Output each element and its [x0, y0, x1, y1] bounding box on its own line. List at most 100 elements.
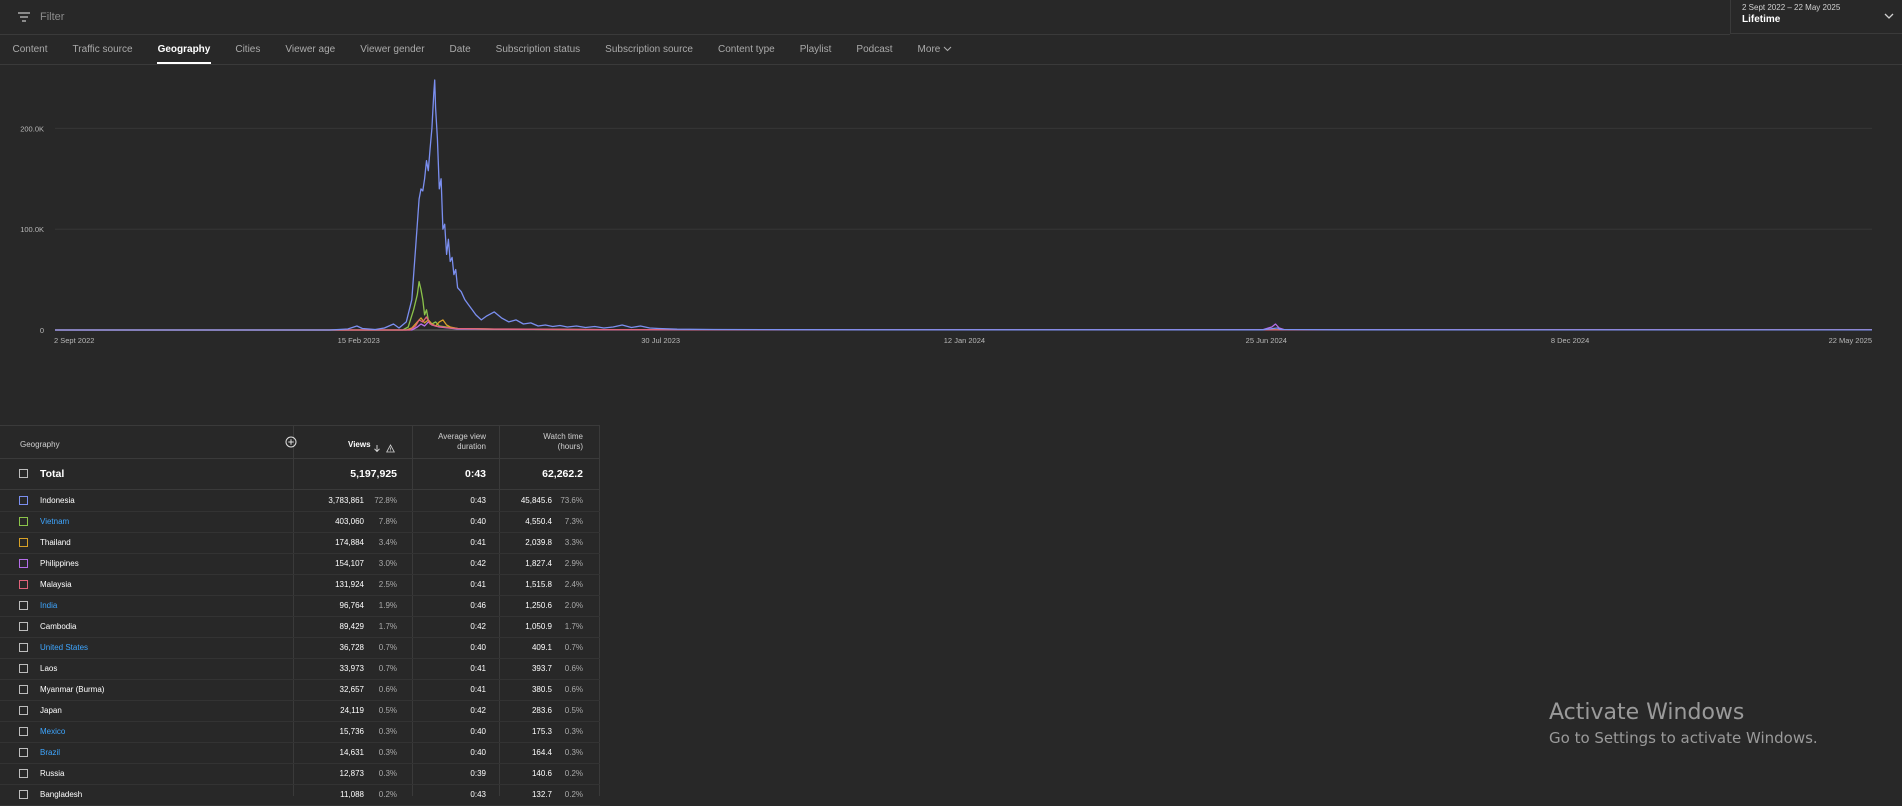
country-name[interactable]: Vietnam	[40, 517, 69, 526]
chevron-down-icon	[943, 44, 952, 55]
watch-time-percent: 7.3%	[564, 517, 583, 526]
row-checkbox[interactable]	[19, 769, 28, 778]
watch-time-value: 1,827.4	[525, 559, 552, 568]
watch-time-value: 409.1	[531, 643, 552, 652]
row-checkbox[interactable]	[19, 706, 28, 715]
series-line-thailand	[55, 317, 1872, 331]
views-value: 14,631	[339, 748, 364, 757]
table-row: Malaysia 131,924 2.5% 0:41 1,515.8 2.4%	[0, 574, 600, 596]
avd-value: 0:42	[470, 622, 486, 631]
country-name: Cambodia	[40, 622, 77, 631]
row-checkbox[interactable]	[19, 517, 28, 526]
y-tick-label: 0	[40, 326, 44, 335]
row-checkbox[interactable]	[19, 469, 28, 478]
y-tick-label: 200.0K	[20, 124, 44, 133]
table-row: Russia 12,873 0.3% 0:39 140.6 0.2%	[0, 763, 600, 785]
row-checkbox[interactable]	[19, 685, 28, 694]
tab-content[interactable]: Content	[0, 35, 60, 64]
views-percent: 0.3%	[378, 748, 397, 757]
row-checkbox[interactable]	[19, 664, 28, 673]
country-name[interactable]: Mexico	[40, 727, 65, 736]
warning-icon[interactable]	[386, 440, 395, 458]
tab-date[interactable]: Date	[437, 35, 483, 64]
tab-more[interactable]: More	[905, 35, 965, 64]
watch-time-percent: 0.6%	[564, 685, 583, 694]
chevron-down-icon[interactable]	[1882, 9, 1896, 21]
table-row: United States 36,728 0.7% 0:40 409.1 0.7%	[0, 637, 600, 659]
add-column-icon[interactable]	[285, 435, 297, 453]
row-checkbox[interactable]	[19, 748, 28, 757]
table-row: Mexico 15,736 0.3% 0:40 175.3 0.3%	[0, 721, 600, 743]
avd-value: 0:46	[470, 601, 486, 610]
tab-viewer-gender[interactable]: Viewer gender	[348, 35, 437, 64]
sort-arrow-down-icon[interactable]	[373, 440, 381, 458]
table-row: Myanmar (Burma) 32,657 0.6% 0:41 380.5 0.6%	[0, 679, 600, 701]
views-value: 33,973	[339, 664, 364, 673]
views-percent: 0.7%	[378, 643, 397, 652]
windows-activation-watermark: Activate Windows Go to Settings to activ…	[1549, 700, 1818, 747]
country-name[interactable]: Brazil	[40, 748, 60, 757]
views-percent: 0.7%	[378, 664, 397, 673]
filter-icon[interactable]	[14, 7, 34, 27]
row-checkbox[interactable]	[19, 538, 28, 547]
header-avd-line2: duration	[457, 442, 486, 451]
table-row: Laos 33,973 0.7% 0:41 393.7 0.6%	[0, 658, 600, 680]
row-checkbox[interactable]	[19, 580, 28, 589]
table-row: Vietnam 403,060 7.8% 0:40 4,550.4 7.3%	[0, 511, 600, 533]
tab-cities[interactable]: Cities	[223, 35, 273, 64]
avd-value: 0:39	[470, 769, 486, 778]
views-value: 96,764	[339, 601, 364, 610]
tab-podcast[interactable]: Podcast	[844, 35, 905, 64]
filter-input[interactable]: Filter	[40, 11, 64, 23]
country-name: Thailand	[40, 538, 71, 547]
tab-viewer-age[interactable]: Viewer age	[273, 35, 348, 64]
filter-bar[interactable]: Filter	[0, 0, 1730, 35]
tab-content-type[interactable]: Content type	[706, 35, 788, 64]
table-row: Brazil 14,631 0.3% 0:40 164.4 0.3%	[0, 742, 600, 764]
x-tick-label: 2 Sept 2022	[54, 336, 94, 345]
views-value: 24,119	[340, 706, 364, 715]
date-range-selector[interactable]: 2 Sept 2022 – 22 May 2025 Lifetime	[1730, 0, 1902, 34]
views-value: 12,873	[339, 769, 364, 778]
tab-subscription-source[interactable]: Subscription source	[593, 35, 706, 64]
watch-time-percent: 0.6%	[564, 664, 583, 673]
series-line-vietnam	[55, 280, 1872, 331]
watch-time-value: 140.6	[531, 769, 552, 778]
watch-time-percent: 0.3%	[564, 748, 583, 757]
header-wt-line2: (hours)	[557, 442, 583, 451]
views-value: 174,884	[335, 538, 364, 547]
tab-traffic-source[interactable]: Traffic source	[60, 35, 145, 64]
country-name: Myanmar (Burma)	[40, 685, 105, 694]
tab-subscription-status[interactable]: Subscription status	[483, 35, 593, 64]
row-checkbox[interactable]	[19, 601, 28, 610]
row-checkbox[interactable]	[19, 496, 28, 505]
table-row: India 96,764 1.9% 0:46 1,250.6 2.0%	[0, 595, 600, 617]
watch-time-value: 1,050.9	[525, 622, 552, 631]
tab-geography[interactable]: Geography	[145, 35, 223, 64]
row-checkbox[interactable]	[19, 727, 28, 736]
avd-value: 0:40	[470, 517, 486, 526]
watch-time-percent: 0.3%	[564, 727, 583, 736]
country-name[interactable]: India	[40, 601, 57, 610]
watch-time-value: 2,039.8	[525, 538, 552, 547]
views-percent: 1.9%	[378, 601, 397, 610]
views-percent: 0.6%	[378, 685, 397, 694]
x-tick-label: 8 Dec 2024	[1551, 336, 1589, 345]
row-checkbox[interactable]	[19, 622, 28, 631]
table-row: Philippines 154,107 3.0% 0:42 1,827.4 2.9%	[0, 553, 600, 575]
views-value: 89,429	[339, 622, 364, 631]
x-tick-label: 22 May 2025	[1829, 336, 1872, 345]
header-views[interactable]: Views	[348, 440, 371, 449]
views-value: 154,107	[335, 559, 364, 568]
views-percent: 2.5%	[378, 580, 397, 589]
date-range-period: Lifetime	[1742, 14, 1781, 25]
tab-label: Cities	[235, 44, 261, 55]
row-checkbox[interactable]	[19, 559, 28, 568]
country-name: Japan	[40, 706, 62, 715]
watermark-line1: Activate Windows	[1549, 700, 1745, 725]
tab-playlist[interactable]: Playlist	[787, 35, 844, 64]
geography-table: Geography Views Average view duration Wa…	[0, 425, 600, 806]
country-name[interactable]: United States	[40, 643, 88, 652]
avd-value: 0:42	[470, 706, 486, 715]
row-checkbox[interactable]	[19, 643, 28, 652]
